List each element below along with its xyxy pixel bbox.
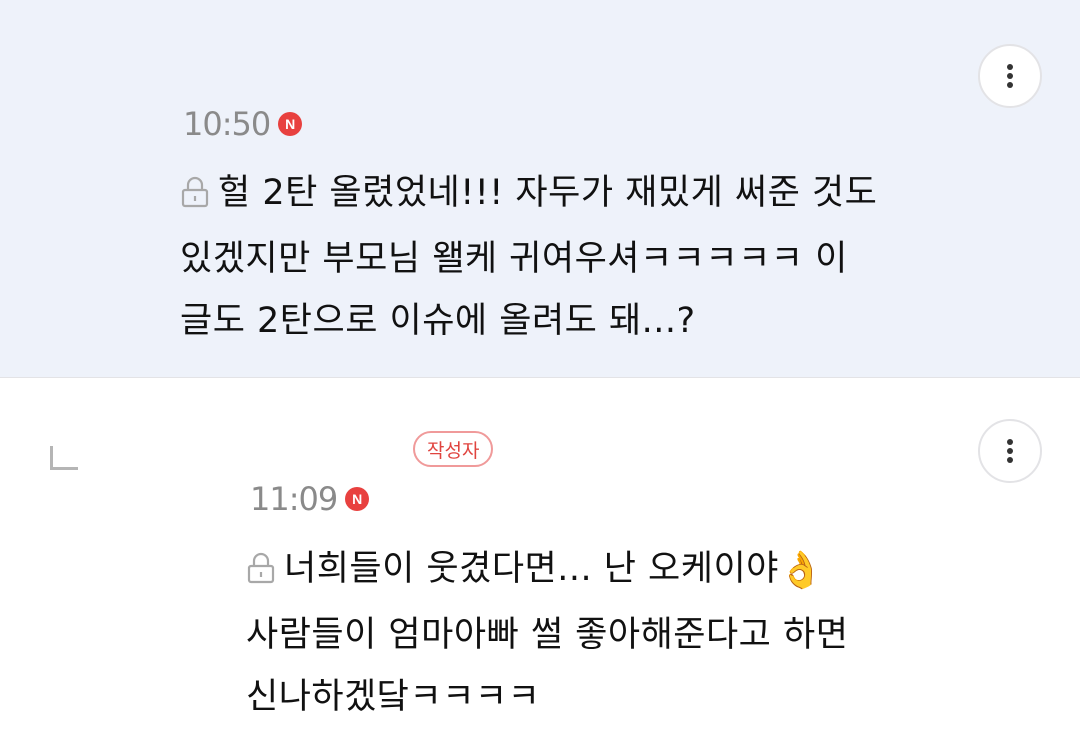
- reply-line: 신나하겠닼ㅋㅋㅋㅋ: [246, 677, 541, 717]
- comment-meta: 10:50 N: [183, 105, 303, 143]
- more-vertical-icon: [1007, 439, 1013, 463]
- comment-item: 10:50 N 헐 2탄 올렸었네!!! 자두가 재밌게 써준 것도 있겠지만 …: [0, 0, 1080, 378]
- comment-body: 헐 2탄 올렸었네!!! 자두가 재밌게 써준 것도 있겠지만 부모님 왤케 귀…: [180, 162, 877, 352]
- new-badge: N: [345, 487, 370, 511]
- comment-line: 있겠지만 부모님 왤케 귀여우셔ㅋㅋㅋㅋㅋ 이: [180, 239, 848, 279]
- more-vertical-icon: [1007, 64, 1013, 88]
- comment-line: 헐 2탄 올렸었네!!! 자두가 재밌게 써준 것도: [180, 162, 877, 228]
- reply-body: 너희들이 웃겼다면... 난 오케이야👌 사람들이 엄마아빠 썰 좋아해준다고 …: [246, 538, 848, 728]
- reply-line: 사람들이 엄마아빠 썰 좋아해준다고 하면: [246, 615, 849, 655]
- comment-line: 글도 2탄으로 이슈에 올려도 돼...?: [180, 301, 696, 341]
- author-badge: 작성자: [413, 431, 494, 467]
- more-options-button[interactable]: [978, 419, 1042, 483]
- comment-time: 10:50: [183, 105, 271, 143]
- reply-time: 11:09: [250, 480, 338, 518]
- reply-meta: 11:09 N: [250, 480, 370, 518]
- reply-line: 너희들이 웃겼다면... 난 오케이야👌: [246, 538, 848, 604]
- more-options-button[interactable]: [978, 44, 1042, 108]
- ok-hand-emoji: 👌: [778, 550, 825, 591]
- reply-corner-icon: [50, 446, 78, 470]
- lock-icon: [180, 166, 210, 228]
- new-badge: N: [278, 112, 303, 136]
- lock-icon: [246, 542, 276, 604]
